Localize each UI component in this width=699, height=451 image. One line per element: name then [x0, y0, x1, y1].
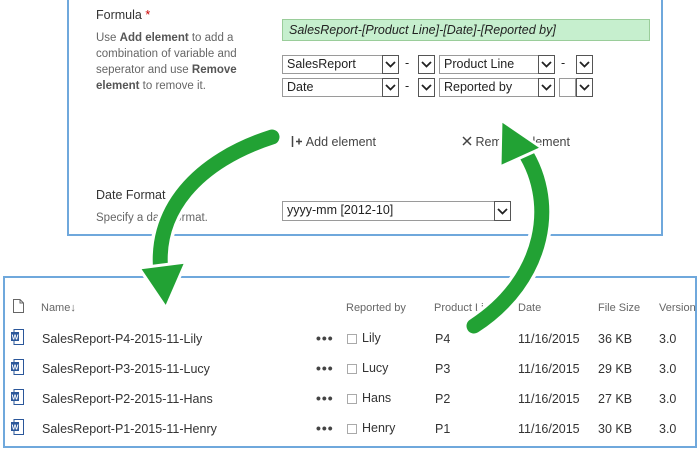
file-size-cell: 30 KB	[598, 422, 633, 436]
checkbox[interactable]	[347, 394, 357, 404]
chevron-down-icon[interactable]	[418, 78, 435, 97]
formula-label: Formula *	[96, 8, 151, 22]
svg-text:W: W	[12, 425, 19, 432]
chevron-down-icon[interactable]	[576, 78, 593, 97]
file-size-cell: 29 KB	[598, 362, 633, 376]
variable-select-2[interactable]: Date	[282, 78, 384, 97]
column-header-product-line[interactable]: Product Line	[434, 302, 496, 314]
field-select-2[interactable]: Reported by	[439, 78, 539, 97]
remove-element-button[interactable]: Remove element	[462, 135, 570, 149]
checkbox[interactable]	[347, 424, 357, 434]
product-line-cell: P4	[435, 332, 451, 346]
table-row[interactable]: W SalesReport-P1-2015-11-Henry ••• Henry…	[5, 414, 695, 444]
svg-text:W: W	[12, 365, 19, 372]
column-header-file-size[interactable]: File Size	[598, 302, 640, 314]
more-options-icon[interactable]: •••	[316, 420, 334, 436]
chevron-down-icon[interactable]	[576, 55, 593, 74]
column-header-version[interactable]: Version	[659, 302, 696, 314]
column-header-reported-by[interactable]: Reported by	[346, 302, 406, 314]
date-format-select[interactable]: yyyy-mm [2012-10]	[282, 201, 511, 221]
more-options-icon[interactable]: •••	[316, 390, 334, 406]
file-size-cell: 36 KB	[598, 332, 633, 346]
reported-by-cell: Lily	[362, 331, 381, 345]
date-cell: 11/16/2015	[518, 422, 580, 436]
variable-select-1[interactable]: SalesReport	[282, 55, 384, 74]
more-options-icon[interactable]: •••	[316, 330, 334, 346]
word-document-icon: W	[11, 329, 24, 345]
chevron-down-icon[interactable]	[538, 78, 555, 97]
checkbox[interactable]	[347, 334, 357, 344]
chevron-down-icon[interactable]	[538, 55, 555, 74]
chevron-down-icon[interactable]	[494, 201, 511, 221]
required-mark: *	[145, 8, 151, 22]
file-name-link[interactable]: SalesReport-P3-2015-11-Lucy	[42, 362, 210, 376]
separator-select-2[interactable]: -	[405, 79, 409, 93]
formula-help-text: Use Add element to add a combination of …	[96, 32, 237, 92]
reported-by-cell: Henry	[362, 421, 396, 435]
column-header-date[interactable]: Date	[518, 302, 541, 314]
chevron-down-icon[interactable]	[382, 78, 399, 97]
file-size-cell: 27 KB	[598, 392, 633, 406]
word-document-icon: W	[11, 389, 24, 405]
reported-by-cell: Lucy	[362, 361, 389, 375]
word-document-icon: W	[11, 419, 24, 435]
document-icon	[13, 299, 24, 318]
separator-select-1[interactable]: -	[405, 56, 409, 70]
file-name-link[interactable]: SalesReport-P2-2015-11-Hans	[42, 392, 213, 406]
checkbox[interactable]	[347, 364, 357, 374]
column-header-name[interactable]: Name↓	[41, 302, 76, 314]
table-row[interactable]: W SalesReport-P4-2015-11-Lily ••• Lily P…	[5, 324, 695, 354]
svg-text:W: W	[12, 395, 19, 402]
formula-preview: SalesReport-[Product Line]-[Date]-[Repor…	[282, 19, 650, 41]
date-cell: 11/16/2015	[518, 392, 580, 406]
version-cell: 3.0	[659, 332, 677, 346]
field-select-1[interactable]: Product Line	[439, 55, 539, 74]
document-library-panel: Name↓ Reported by Product Line Date File…	[3, 276, 697, 448]
table-row[interactable]: W SalesReport-P2-2015-11-Hans ••• Hans P…	[5, 384, 695, 414]
chevron-down-icon[interactable]	[382, 55, 399, 74]
version-cell: 3.0	[659, 422, 677, 436]
product-line-cell: P2	[435, 392, 451, 406]
file-name-link[interactable]: SalesReport-P4-2015-11-Lily	[42, 332, 202, 346]
version-cell: 3.0	[659, 392, 677, 406]
x-icon	[462, 135, 475, 149]
reported-by-cell: Hans	[362, 391, 392, 405]
add-element-button[interactable]: Add element	[291, 135, 376, 149]
product-line-cell: P3	[435, 362, 451, 376]
date-cell: 11/16/2015	[518, 362, 580, 376]
separator-select-2b[interactable]	[559, 78, 576, 97]
more-options-icon[interactable]: •••	[316, 360, 334, 376]
chevron-down-icon[interactable]	[418, 55, 435, 74]
date-cell: 11/16/2015	[518, 332, 580, 346]
version-cell: 3.0	[659, 362, 677, 376]
product-line-cell: P1	[435, 422, 451, 436]
svg-text:W: W	[12, 335, 19, 342]
table-row[interactable]: W SalesReport-P3-2015-11-Lucy ••• Lucy P…	[5, 354, 695, 384]
add-element-icon	[291, 135, 306, 149]
separator-select-1b[interactable]: -	[561, 56, 565, 70]
date-format-label: Date Format	[96, 188, 166, 202]
word-document-icon: W	[11, 359, 24, 375]
sort-arrow-icon: ↓	[70, 302, 76, 314]
date-format-help: Specify a date format.	[96, 212, 208, 224]
file-name-link[interactable]: SalesReport-P1-2015-11-Henry	[42, 422, 217, 436]
naming-settings-panel: Formula * Use Add element to add a combi…	[67, 0, 663, 236]
